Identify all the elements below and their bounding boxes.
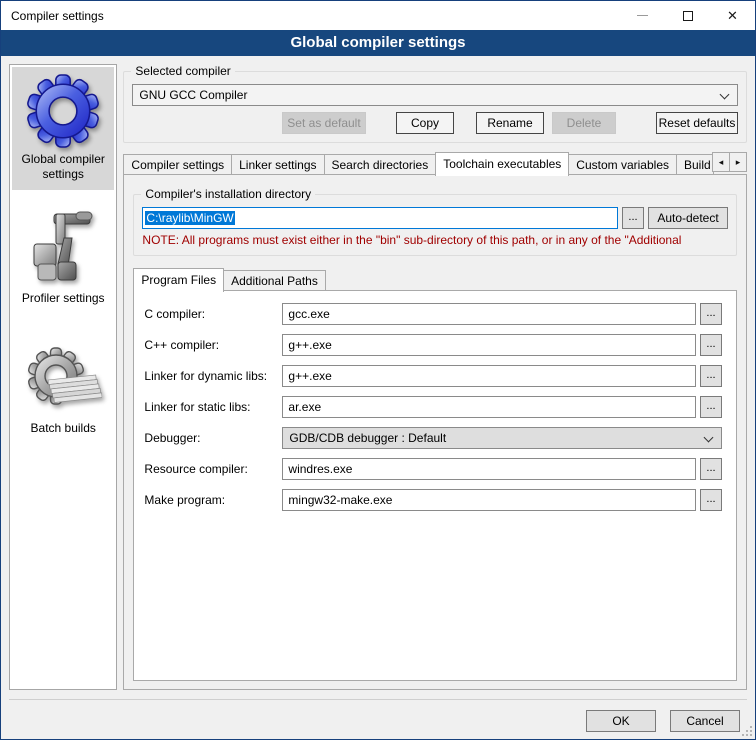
caliper-blocks-icon: [14, 208, 112, 288]
browse-cpp-compiler-button[interactable]: ...: [700, 334, 722, 356]
selected-compiler-group: Selected compiler GNU GCC Compiler Set a…: [123, 71, 747, 143]
page-title: Global compiler settings: [1, 30, 755, 56]
rename-button[interactable]: Rename: [476, 112, 544, 134]
maximize-button[interactable]: [665, 1, 710, 30]
minimize-icon: [637, 15, 648, 16]
tab-scroll-right-button[interactable]: ▸: [729, 152, 747, 172]
selected-path-text: C:\raylib\MinGW: [145, 211, 234, 225]
cpp-compiler-input[interactable]: [282, 334, 696, 356]
field-label: C++ compiler:: [144, 338, 282, 352]
browse-resource-compiler-button[interactable]: ...: [700, 458, 722, 480]
field-row-c-compiler: C compiler: ...: [144, 303, 722, 325]
tab-toolchain-executables[interactable]: Toolchain executables: [435, 152, 569, 176]
chevron-down-icon: [720, 90, 730, 100]
bin-subdirectory-note: NOTE: All programs must exist either in …: [142, 233, 728, 247]
titlebar: Compiler settings ✕: [1, 1, 755, 30]
dialog-footer: OK Cancel: [9, 699, 747, 732]
field-row-cpp-compiler: C++ compiler: ...: [144, 334, 722, 356]
copy-button[interactable]: Copy: [396, 112, 454, 134]
window-title: Compiler settings: [1, 9, 104, 23]
reset-defaults-button[interactable]: Reset defaults: [656, 112, 738, 134]
group-legend: Compiler's installation directory: [141, 187, 315, 201]
resource-compiler-input[interactable]: [282, 458, 696, 480]
make-program-input[interactable]: [282, 489, 696, 511]
debugger-select-value: GDB/CDB debugger : Default: [289, 431, 446, 445]
close-icon: ✕: [727, 9, 738, 22]
sidebar-item-global-compiler-settings[interactable]: Global compiler settings: [12, 67, 114, 190]
compiler-buttons: Set as default Copy Rename Delete Reset …: [132, 112, 738, 134]
browse-c-compiler-button[interactable]: ...: [700, 303, 722, 325]
field-label: C compiler:: [144, 307, 282, 321]
sidebar-item-label: Profiler settings: [14, 291, 112, 306]
tab-additional-paths[interactable]: Additional Paths: [223, 270, 326, 291]
field-label: Make program:: [144, 493, 282, 507]
install-directory-input[interactable]: C:\raylib\MinGW: [142, 207, 618, 229]
field-row-make-program: Make program: ...: [144, 489, 722, 511]
grey-gear-stack-icon: [14, 346, 112, 418]
static-linker-input[interactable]: [282, 396, 696, 418]
tab-custom-variables[interactable]: Custom variables: [568, 154, 677, 175]
maximize-icon: [683, 11, 693, 21]
field-label: Linker for dynamic libs:: [144, 369, 282, 383]
sidebar-item-label: Batch builds: [14, 421, 112, 436]
main-panel: Selected compiler GNU GCC Compiler Set a…: [123, 64, 747, 690]
tab-build-options[interactable]: Build: [676, 154, 714, 175]
window-controls: ✕: [620, 1, 755, 30]
group-legend: Selected compiler: [131, 64, 234, 78]
settings-tabstrip: Compiler settings Linker settings Search…: [123, 152, 747, 175]
sidebar: Global compiler settings: [9, 64, 117, 690]
tab-scroll-left-button[interactable]: ◂: [712, 152, 730, 172]
compiler-select[interactable]: GNU GCC Compiler: [132, 84, 738, 106]
browse-directory-button[interactable]: ...: [622, 207, 644, 229]
program-files-page: C compiler: ... C++ compiler: ... Linker…: [133, 290, 737, 681]
tab-scroll-controls: ◂ ▸: [713, 152, 747, 172]
cancel-button[interactable]: Cancel: [670, 710, 740, 732]
field-row-dynamic-linker: Linker for dynamic libs: ...: [144, 365, 722, 387]
browse-dynamic-linker-button[interactable]: ...: [700, 365, 722, 387]
browse-make-program-button[interactable]: ...: [700, 489, 722, 511]
debugger-select[interactable]: GDB/CDB debugger : Default: [282, 427, 722, 449]
field-label: Debugger:: [144, 431, 282, 445]
minimize-button[interactable]: [620, 1, 665, 30]
toolchain-executables-page: Compiler's installation directory C:\ray…: [123, 174, 747, 690]
resize-grip[interactable]: [750, 734, 752, 736]
dialog-body: Global compiler settings: [1, 56, 755, 690]
field-row-static-linker: Linker for static libs: ...: [144, 396, 722, 418]
set-as-default-button[interactable]: Set as default: [282, 112, 366, 134]
close-button[interactable]: ✕: [710, 1, 755, 30]
chevron-down-icon: [704, 433, 714, 443]
field-row-resource-compiler: Resource compiler: ...: [144, 458, 722, 480]
delete-button[interactable]: Delete: [552, 112, 616, 134]
tab-program-files[interactable]: Program Files: [133, 268, 224, 292]
field-row-debugger: Debugger: GDB/CDB debugger : Default: [144, 427, 722, 449]
compiler-settings-dialog: Compiler settings ✕ Global compiler sett…: [0, 0, 756, 740]
field-label: Resource compiler:: [144, 462, 282, 476]
blue-gear-icon: [14, 73, 112, 149]
program-files-tabstrip: Program Files Additional Paths: [133, 268, 737, 291]
install-directory-row: C:\raylib\MinGW ... Auto-detect: [142, 207, 728, 229]
field-label: Linker for static libs:: [144, 400, 282, 414]
sidebar-item-profiler-settings[interactable]: Profiler settings: [12, 202, 114, 314]
sidebar-item-label: Global compiler settings: [14, 152, 112, 182]
dynamic-linker-input[interactable]: [282, 365, 696, 387]
browse-static-linker-button[interactable]: ...: [700, 396, 722, 418]
auto-detect-button[interactable]: Auto-detect: [648, 207, 728, 229]
tab-search-directories[interactable]: Search directories: [324, 154, 437, 175]
sidebar-item-batch-builds[interactable]: Batch builds: [12, 340, 114, 444]
compiler-select-value: GNU GCC Compiler: [139, 88, 247, 102]
ok-button[interactable]: OK: [586, 710, 656, 732]
tab-linker-settings[interactable]: Linker settings: [231, 154, 324, 175]
c-compiler-input[interactable]: [282, 303, 696, 325]
tab-compiler-settings[interactable]: Compiler settings: [123, 154, 232, 175]
install-directory-group: Compiler's installation directory C:\ray…: [133, 194, 737, 256]
